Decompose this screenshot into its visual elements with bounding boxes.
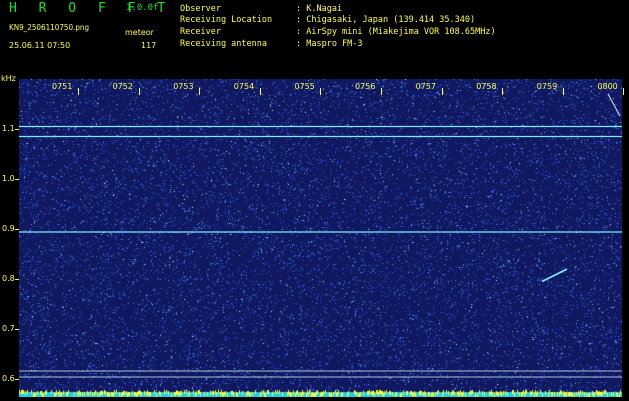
x-tick-mark (259, 88, 261, 95)
x-tick-mark (562, 88, 564, 95)
x-tick-label: 0751 (52, 82, 73, 91)
x-tick-mark (441, 88, 443, 95)
y-tick-mark (15, 379, 19, 380)
x-tick-label: 0757 (415, 82, 436, 91)
x-tick-label: 0756 (355, 82, 376, 91)
y-tick-label: 0.7 (2, 324, 15, 333)
y-tick-label: 1.0 (2, 174, 15, 183)
x-tick-label: 0752 (112, 82, 133, 91)
spectrogram-overlay (19, 93, 622, 378)
meteor-echo (541, 268, 568, 283)
y-tick-mark (15, 279, 19, 280)
x-tick-label: 0800 (597, 82, 618, 91)
x-tick-mark (138, 88, 140, 95)
x-tick-label: 0758 (476, 82, 497, 91)
y-tick-label: 0.9 (2, 224, 15, 233)
x-tick-mark (381, 88, 382, 95)
x-tick-mark (199, 88, 201, 95)
x-tick-mark (78, 88, 79, 95)
x-tick-label: 0754 (233, 82, 255, 91)
y-tick-label: 0.6 (2, 374, 15, 383)
meteor-streak (607, 93, 621, 117)
y-tick-label: 0.8 (2, 274, 15, 283)
x-tick-label: 0753 (173, 82, 194, 91)
x-tick-mark (623, 88, 625, 95)
y-tick-label: 1.1 (2, 124, 15, 133)
y-tick-mark (15, 129, 19, 130)
x-tick-label: 0755 (294, 82, 315, 91)
x-tick-mark (502, 88, 504, 95)
y-tick-mark (15, 329, 19, 330)
y-tick-mark (15, 229, 19, 230)
y-tick-mark (15, 179, 19, 180)
x-tick-label: 0759 (536, 82, 558, 91)
x-tick-mark (320, 88, 322, 95)
